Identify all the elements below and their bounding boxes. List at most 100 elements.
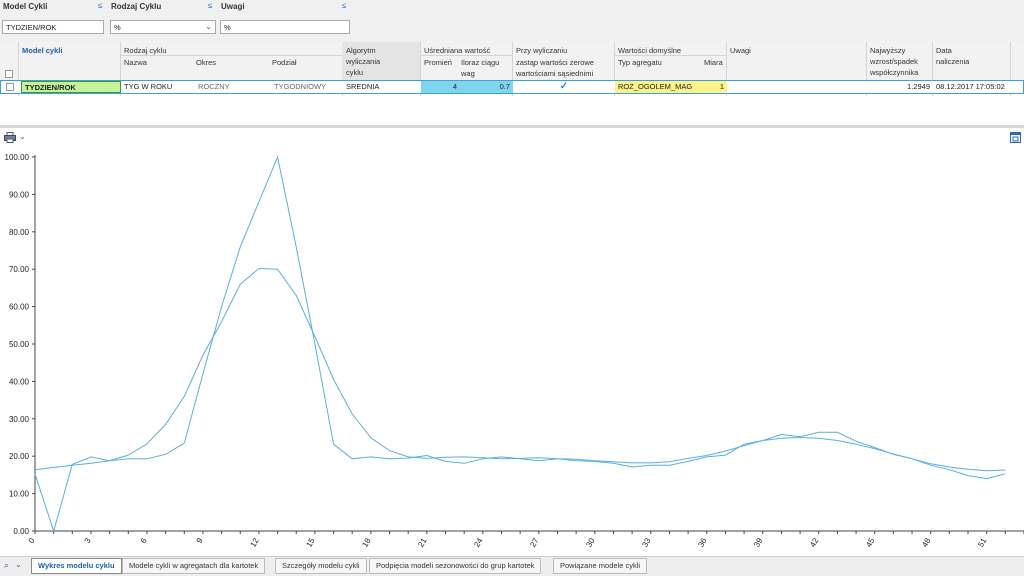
filter-sort-icon[interactable]: ≤ (208, 1, 212, 10)
filter-label: Uwagi (221, 2, 245, 11)
x-tick-label: 45 (864, 536, 877, 549)
filter-input-uwagi[interactable]: % (220, 20, 350, 34)
header-przy-wyliczaniu[interactable]: Przy wyliczaniu (516, 46, 567, 56)
cell-okres[interactable]: ROCZNY (195, 81, 271, 93)
y-tick-label: 50.00 (9, 340, 30, 349)
bottom-tabs: ⌕ ⌄ Wykres modelu cyklu Modele cykli w a… (0, 556, 1024, 576)
header-data-line2: naliczenia (936, 57, 970, 66)
x-tick-label: 6 (139, 536, 149, 545)
y-tick-label: 0.00 (13, 527, 29, 536)
cell-podzial[interactable]: TYGODNIOWY (271, 81, 343, 93)
x-tick-label: 21 (416, 536, 429, 549)
tab-modele-cykli-w-agregatach[interactable]: Modele cykli w agregatach dla kartotek (122, 558, 266, 574)
header-najwyzszy-line3: współczynnika (870, 68, 919, 77)
print-icon[interactable] (4, 132, 16, 143)
y-tick-label: 10.00 (9, 490, 30, 499)
window-icon[interactable] (1010, 132, 1021, 143)
filter-label: Rodzaj Cyklu (111, 2, 162, 11)
x-tick-label: 12 (248, 536, 261, 549)
header-nazwa[interactable]: Nazwa (124, 58, 147, 68)
header-iloraz-line2: wag (461, 69, 475, 78)
y-tick-label: 60.00 (9, 303, 30, 312)
header-model-cykli[interactable]: Model cykli (22, 46, 62, 56)
panel-splitter[interactable] (0, 125, 1024, 128)
y-tick-label: 80.00 (9, 228, 30, 237)
x-tick-label: 24 (472, 536, 485, 549)
chart-toolbar: ⌄ (0, 130, 1024, 146)
cell-najwyzszy[interactable]: 1.2949 (867, 81, 933, 93)
y-tick-label: 30.00 (9, 415, 30, 424)
filter-sort-icon[interactable]: ≤ (342, 1, 346, 10)
cell-typ-agregatu[interactable]: ROZ_OGOLEM_MAG (615, 81, 701, 93)
series-line-1 (34, 155, 1006, 533)
x-tick-label: 9 (195, 536, 205, 545)
filter-value: % (224, 23, 231, 32)
table-row[interactable]: TYDZIEN/ROK TYG W ROKU ROCZNY TYGODNIOWY… (0, 80, 1024, 94)
cell-iloraz[interactable]: 0.7 (460, 81, 513, 93)
cell-promien[interactable]: 4 (421, 81, 460, 93)
x-tick-label: 18 (360, 536, 373, 549)
header-uwagi[interactable]: Uwagi (730, 46, 751, 56)
chevron-down-icon[interactable]: ⌄ (205, 22, 212, 31)
x-tick-label: 36 (696, 536, 709, 549)
x-tick-label: 15 (304, 536, 317, 549)
header-data[interactable]: Data (936, 46, 952, 56)
y-tick-label: 100.00 (5, 153, 30, 162)
header-rodzaj-cyklu[interactable]: Rodzaj cyklu (124, 46, 167, 56)
x-tick-label: 33 (640, 536, 653, 549)
cell-nazwa[interactable]: TYG W ROKU (121, 81, 193, 93)
filter-sort-icon[interactable]: ≤ (98, 1, 102, 10)
header-typ-agregatu[interactable]: Typ agregatu (618, 58, 662, 68)
header-algorytm-line2: wyliczania (346, 57, 381, 66)
tab-szczegoly-modelu-cykli[interactable]: Szczegóły modelu cykli (275, 558, 367, 574)
tab-wykres-modelu-cyklu[interactable]: Wykres modelu cyklu (31, 558, 122, 574)
series-line-2 (34, 267, 1006, 472)
tab-powiazane-modele-cykli[interactable]: Powiązane modele cykli (553, 558, 648, 574)
data-grid: Model cykli Rodzaj cyklu Nazwa Okres Pod… (0, 42, 1024, 96)
filter-bar: Model Cykli ≤ TYDZIEN/ROK Rodzaj Cyklu ≤… (0, 0, 1024, 42)
filter-label: Model Cykli (3, 2, 48, 11)
header-algorytm-line3: cyklu (346, 68, 364, 77)
cell-algorytm[interactable]: SREDNIA (343, 81, 421, 93)
select-all-checkbox[interactable] (5, 70, 13, 78)
x-tick-label: 42 (808, 536, 821, 549)
header-iloraz[interactable]: Iloraz ciągu (461, 58, 499, 68)
y-tick-label: 90.00 (9, 190, 30, 199)
check-icon[interactable]: ✓ (560, 81, 568, 92)
y-tick-label: 70.00 (9, 265, 30, 274)
header-promien[interactable]: Promień (424, 58, 452, 68)
cell-miara[interactable]: 1 (701, 81, 727, 93)
cycle-model-chart: 0.00 10.00 20.00 30.00 40.00 50.00 60.00 70.00 8… (5, 153, 1024, 549)
x-tick-label: 51 (976, 536, 989, 549)
chevron-down-icon[interactable]: ⌄ (15, 560, 22, 569)
header-przy-line3: wartościami sąsiednimi (516, 69, 594, 78)
chevron-down-icon[interactable]: ⌄ (19, 132, 26, 141)
zoom-icon[interactable]: ⌕ (4, 560, 9, 571)
x-tick-label: 30 (584, 536, 597, 549)
filter-value: TYDZIEN/ROK (6, 23, 57, 32)
header-miara[interactable]: Miara (704, 58, 723, 68)
y-tick-label: 20.00 (9, 452, 30, 461)
header-algorytm[interactable]: Algorytm (346, 46, 376, 56)
header-najwyzszy[interactable]: Najwyższy (870, 46, 905, 56)
x-tick-label: 0 (27, 536, 37, 545)
cell-zastap[interactable]: ✓ (513, 81, 615, 93)
header-usredniana[interactable]: Uśredniana wartość (424, 46, 490, 56)
header-przy-line2: zastąp wartości zerowe (516, 58, 594, 67)
filter-select-rodzaj[interactable]: % ⌄ (110, 20, 216, 34)
filter-value: % (114, 23, 121, 32)
row-checkbox[interactable] (6, 83, 14, 91)
tab-podpiecia-modeli[interactable]: Podpięcia modeli sezonowości do grup kar… (369, 558, 542, 574)
cell-model[interactable]: TYDZIEN/ROK (21, 81, 121, 93)
filter-input-model[interactable]: TYDZIEN/ROK (2, 20, 104, 34)
x-tick-label: 48 (920, 536, 933, 549)
cell-uwagi[interactable] (727, 81, 867, 93)
header-podzial[interactable]: Podział (272, 58, 297, 68)
cell-data[interactable]: 08.12.2017 17:05:02 (933, 81, 1011, 93)
x-tick-label: 3 (83, 536, 93, 545)
x-tick-label: 39 (752, 536, 765, 549)
header-wartosci-domyslne[interactable]: Wartości domyślne (618, 46, 681, 56)
y-tick-label: 40.00 (9, 377, 30, 386)
header-okres[interactable]: Okres (196, 58, 216, 68)
x-tick-label: 27 (528, 536, 541, 549)
